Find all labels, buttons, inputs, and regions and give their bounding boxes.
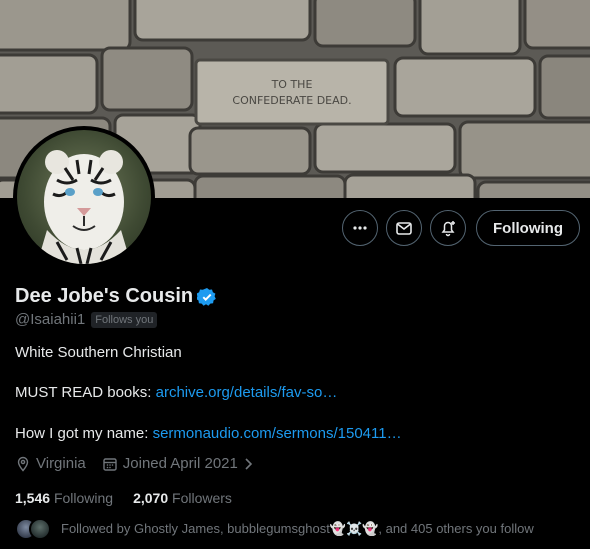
location-pin-icon bbox=[17, 456, 29, 472]
bio-line-3-text: How I got my name: bbox=[15, 425, 153, 442]
bell-plus-icon bbox=[441, 221, 456, 237]
books-link[interactable]: archive.org/details/fav-so… bbox=[156, 384, 338, 401]
join-date-text: Joined April 2021 bbox=[122, 455, 238, 472]
location: Virginia bbox=[15, 455, 86, 472]
profile-meta: Virginia Joined April 2021 bbox=[15, 455, 267, 472]
followers-count-link[interactable]: 2,070 Followers bbox=[133, 490, 232, 506]
more-options-button[interactable] bbox=[342, 210, 379, 246]
bio-line-3: How I got my name: sermonaudio.com/sermo… bbox=[15, 424, 402, 444]
location-text: Virginia bbox=[36, 455, 86, 472]
following-button[interactable]: Following bbox=[476, 210, 580, 246]
join-date[interactable]: Joined April 2021 bbox=[102, 455, 255, 472]
envelope-icon bbox=[396, 222, 412, 235]
profile-actions: Following bbox=[342, 210, 580, 246]
following-count-link[interactable]: 1,546 Following bbox=[15, 490, 113, 506]
followers-label: Followers bbox=[172, 490, 232, 506]
followed-by-row[interactable]: Followed by Ghostly James, bubblegumsgho… bbox=[15, 518, 534, 540]
followed-by-text: Followed by Ghostly James, bubblegumsgho… bbox=[61, 521, 534, 536]
calendar-icon bbox=[103, 457, 117, 471]
banner-inscription-line1: TO THE bbox=[271, 78, 313, 91]
sermon-link[interactable]: sermonaudio.com/sermons/150411… bbox=[153, 425, 402, 442]
more-icon bbox=[353, 226, 367, 230]
followers-count: 2,070 bbox=[133, 490, 169, 506]
white-tiger-avatar-image bbox=[17, 130, 151, 264]
chevron-right-icon bbox=[245, 457, 252, 470]
follow-stats: 1,546 Following 2,070 Followers bbox=[15, 490, 232, 506]
bio-line-1: White Southern Christian bbox=[15, 344, 182, 361]
avatar[interactable] bbox=[13, 126, 155, 268]
following-count: 1,546 bbox=[15, 490, 51, 506]
mutual-avatars bbox=[15, 518, 51, 540]
bio-line-2: MUST READ books: archive.org/details/fav… bbox=[15, 383, 337, 403]
profile-name-row: Dee Jobe's Cousin bbox=[15, 285, 217, 308]
mutual-avatar-2 bbox=[29, 518, 51, 540]
verified-badge-icon[interactable] bbox=[197, 287, 217, 307]
handle-row: @Isaiahii1 Follows you bbox=[15, 311, 158, 328]
notifications-button[interactable] bbox=[430, 210, 467, 246]
message-button[interactable] bbox=[386, 210, 423, 246]
display-name: Dee Jobe's Cousin bbox=[15, 285, 194, 307]
banner-inscription-line2: CONFEDERATE DEAD. bbox=[232, 94, 351, 107]
follows-you-badge: Follows you bbox=[91, 311, 158, 328]
bio-line-2-text: MUST READ books: bbox=[15, 384, 156, 401]
handle: @Isaiahii1 bbox=[15, 311, 86, 328]
following-label: Following bbox=[53, 490, 114, 506]
